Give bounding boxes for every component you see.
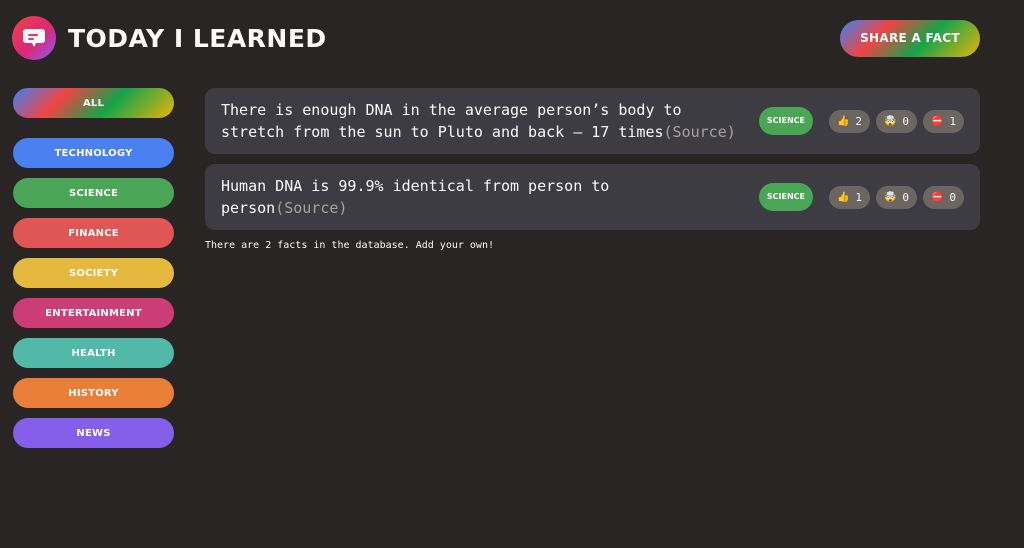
vote-false-button[interactable]: ⛔ 0 bbox=[923, 185, 964, 209]
category-finance-button[interactable]: Finance bbox=[13, 218, 174, 248]
brand: Today I Learned bbox=[12, 16, 327, 60]
category-history-button[interactable]: History bbox=[13, 378, 174, 408]
category-all-button[interactable]: All bbox=[13, 88, 174, 118]
fact-item: There is enough DNA in the average perso… bbox=[205, 88, 980, 154]
category-tag: Science bbox=[758, 107, 813, 135]
source-link[interactable]: (Source) bbox=[664, 123, 736, 141]
no-entry-icon: ⛔ bbox=[930, 191, 944, 203]
fact-item: Human DNA is 99.9% identical from person… bbox=[205, 164, 980, 230]
category-society-button[interactable]: Society bbox=[13, 258, 174, 288]
vote-interesting-button[interactable]: 👍 1 bbox=[829, 185, 870, 209]
category-list: All Technology Science Finance Society E… bbox=[13, 88, 174, 458]
fact-text: There is enough DNA in the average perso… bbox=[221, 99, 743, 143]
mind-blown-icon: 🤯 bbox=[883, 115, 897, 127]
vote-count: 0 bbox=[949, 190, 957, 204]
category-tag: Science bbox=[758, 183, 813, 211]
source-link[interactable]: (Source) bbox=[275, 199, 347, 217]
category-health-button[interactable]: Health bbox=[13, 338, 174, 368]
app-header: Today I Learned Share a fact bbox=[12, 14, 980, 62]
category-science-button[interactable]: Science bbox=[13, 178, 174, 208]
facts-section: There is enough DNA in the average perso… bbox=[205, 88, 980, 251]
logo-icon bbox=[12, 16, 56, 60]
vote-buttons: 👍 2 🤯 0 ⛔ 1 bbox=[813, 109, 964, 133]
vote-false-button[interactable]: ⛔ 1 bbox=[923, 109, 964, 133]
share-fact-button[interactable]: Share a fact bbox=[840, 19, 980, 57]
vote-count: 1 bbox=[855, 190, 863, 204]
vote-count: 2 bbox=[855, 114, 863, 128]
fact-count-text: There are 2 facts in the database. Add y… bbox=[205, 240, 494, 251]
no-entry-icon: ⛔ bbox=[930, 115, 944, 127]
vote-mindblowing-button[interactable]: 🤯 0 bbox=[876, 185, 917, 209]
fact-body: There is enough DNA in the average perso… bbox=[221, 101, 682, 141]
category-news-button[interactable]: News bbox=[13, 418, 174, 448]
fact-text: Human DNA is 99.9% identical from person… bbox=[221, 175, 743, 219]
category-technology-button[interactable]: Technology bbox=[13, 138, 174, 168]
thumbs-up-icon: 👍 bbox=[836, 191, 850, 203]
fact-list: There is enough DNA in the average perso… bbox=[205, 88, 980, 230]
vote-buttons: 👍 1 🤯 0 ⛔ 0 bbox=[813, 185, 964, 209]
category-entertainment-button[interactable]: Entertainment bbox=[13, 298, 174, 328]
mind-blown-icon: 🤯 bbox=[883, 191, 897, 203]
vote-mindblowing-button[interactable]: 🤯 0 bbox=[876, 109, 917, 133]
vote-count: 0 bbox=[902, 114, 910, 128]
thumbs-up-icon: 👍 bbox=[836, 115, 850, 127]
page-title: Today I Learned bbox=[68, 23, 327, 53]
vote-count: 0 bbox=[902, 190, 910, 204]
vote-count: 1 bbox=[949, 114, 957, 128]
vote-interesting-button[interactable]: 👍 2 bbox=[829, 109, 870, 133]
